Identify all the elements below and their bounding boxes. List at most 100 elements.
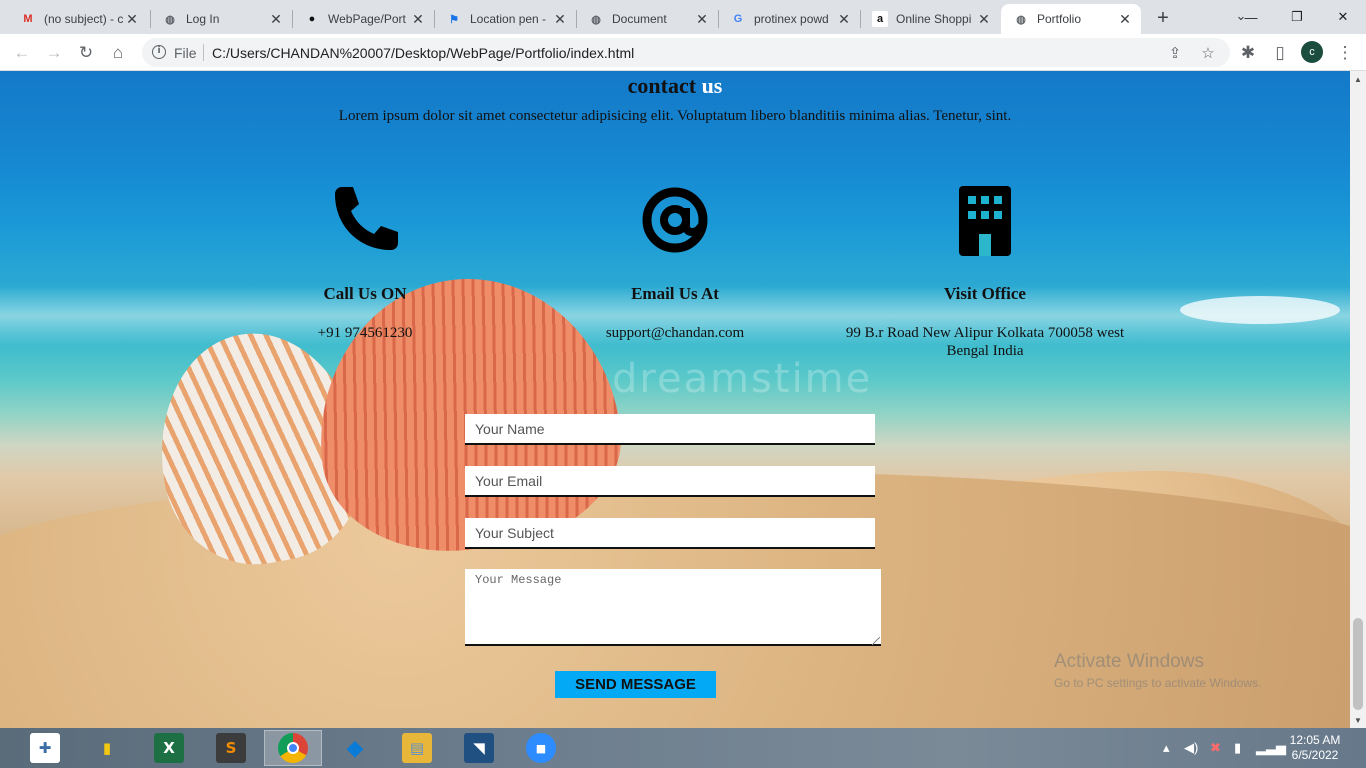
close-tab-icon[interactable]: ✕ bbox=[268, 11, 284, 27]
building-icon bbox=[825, 184, 1145, 256]
taskbar-excel[interactable]: X bbox=[140, 730, 198, 766]
folder-icon: ▤ bbox=[402, 733, 432, 763]
activate-windows-notice: Activate Windows Go to PC settings to ac… bbox=[1054, 651, 1261, 690]
scroll-down-arrow-icon[interactable]: ▼ bbox=[1350, 712, 1366, 728]
close-tab-icon[interactable]: ✕ bbox=[124, 11, 140, 27]
forward-arrow-icon[interactable]: → bbox=[40, 39, 68, 67]
signal-bars-icon[interactable]: ▂▃▅ bbox=[1256, 740, 1286, 756]
activate-windows-title: Activate Windows bbox=[1054, 651, 1204, 672]
zoom-icon: ■ bbox=[526, 733, 556, 763]
google-icon: G bbox=[733, 13, 743, 25]
textarea-resize-handle[interactable] bbox=[872, 637, 880, 645]
chrome-icon bbox=[278, 733, 308, 763]
at-sign-icon bbox=[515, 184, 835, 256]
contact-card-phone: Call Us ON +91 974561230 bbox=[205, 184, 525, 342]
side-panel-icon[interactable]: ▯ bbox=[1266, 39, 1294, 67]
background-seashell-white bbox=[141, 317, 379, 579]
site-info-icon[interactable]: i bbox=[152, 45, 166, 59]
contact-heading-accent: us bbox=[701, 73, 723, 98]
globe-icon: ◍ bbox=[165, 13, 175, 26]
scroll-up-arrow-icon[interactable]: ▲ bbox=[1350, 71, 1366, 87]
vscode-icon: ◆ bbox=[346, 735, 364, 761]
back-arrow-icon[interactable]: ← bbox=[8, 39, 36, 67]
battery-icon[interactable]: ▮ bbox=[1234, 740, 1241, 756]
tab-title: Online Shoppi bbox=[896, 12, 972, 26]
background-sand-dune bbox=[820, 471, 1350, 728]
tray-expand-chevron-icon[interactable]: ▴ bbox=[1163, 740, 1170, 756]
gmail-icon: M bbox=[23, 13, 33, 25]
page-scrollbar[interactable]: ▲ ▼ bbox=[1350, 71, 1366, 728]
address-bar[interactable]: i File C:/Users/CHANDAN%20007/Desktop/We… bbox=[142, 38, 1230, 67]
url-text[interactable]: C:/Users/CHANDAN%20007/Desktop/WebPage/P… bbox=[212, 45, 634, 61]
email-input[interactable] bbox=[465, 466, 875, 497]
page-viewport: dreamstime contact us Lorem ipsum dolor … bbox=[0, 71, 1350, 728]
contact-card-email: Email Us At support@chandan.com bbox=[515, 184, 835, 342]
contact-card-heading: Email Us At bbox=[631, 284, 719, 303]
close-window-button[interactable]: ✕ bbox=[1320, 0, 1366, 34]
tab-location[interactable]: ⚑ Location pen - ✕ bbox=[434, 4, 576, 34]
taskbar-tableau[interactable]: ✚ bbox=[16, 730, 74, 766]
send-message-button[interactable]: SEND MESSAGE bbox=[555, 671, 716, 698]
clock-time: 12:05 AM bbox=[1289, 733, 1341, 747]
close-tab-icon[interactable]: ✕ bbox=[694, 11, 710, 27]
tab-title: Log In bbox=[186, 12, 220, 26]
tableau-icon: ✚ bbox=[30, 733, 60, 763]
contact-heading-main: contact bbox=[627, 73, 697, 98]
scheme-label: File bbox=[174, 45, 197, 61]
omnibox-divider bbox=[203, 44, 204, 61]
reload-icon[interactable]: ↻ bbox=[72, 39, 100, 67]
new-tab-button[interactable]: + bbox=[1151, 6, 1175, 30]
amazon-icon: a bbox=[872, 11, 888, 27]
profile-avatar[interactable]: c bbox=[1301, 41, 1323, 63]
contact-heading: contact us bbox=[0, 73, 1350, 99]
contact-card-office: Visit Office 99 B.r Road New Alipur Kolk… bbox=[825, 184, 1145, 360]
tab-log-in[interactable]: ◍ Log In ✕ bbox=[150, 4, 292, 34]
tab-gmail[interactable]: M (no subject) - c ✕ bbox=[8, 4, 148, 34]
globe-icon: ◍ bbox=[1016, 13, 1026, 26]
phone-icon bbox=[205, 184, 525, 256]
taskbar-mysql-workbench[interactable]: ◥ bbox=[450, 730, 508, 766]
minimize-button[interactable]: — bbox=[1228, 0, 1274, 34]
excel-icon: X bbox=[154, 733, 184, 763]
network-error-icon[interactable]: ✖ bbox=[1210, 740, 1221, 756]
close-tab-icon[interactable]: ✕ bbox=[976, 11, 992, 27]
restore-button[interactable]: ❐ bbox=[1274, 0, 1320, 34]
browser-toolbar: ← → ↻ ⌂ i File C:/Users/CHANDAN%20007/De… bbox=[0, 34, 1366, 71]
message-textarea[interactable] bbox=[465, 569, 881, 646]
close-tab-icon[interactable]: ✕ bbox=[1117, 11, 1133, 27]
contact-card-text: +91 974561230 bbox=[317, 325, 413, 341]
taskbar-power-bi[interactable]: ▮ bbox=[78, 730, 136, 766]
taskbar-sublime-text[interactable]: S bbox=[202, 730, 260, 766]
share-icon[interactable]: ⇪ bbox=[1165, 43, 1185, 63]
mysql-workbench-icon: ◥ bbox=[464, 733, 494, 763]
system-clock[interactable]: 12:05 AM 6/5/2022 bbox=[1284, 733, 1346, 763]
background-foam bbox=[1180, 296, 1340, 324]
power-bi-icon: ▮ bbox=[102, 739, 112, 757]
volume-icon[interactable]: ◀) bbox=[1184, 740, 1198, 756]
home-icon[interactable]: ⌂ bbox=[104, 39, 132, 67]
contact-card-text: support@chandan.com bbox=[605, 325, 745, 341]
taskbar-zoom[interactable]: ■ bbox=[512, 730, 570, 766]
flag-icon: ⚑ bbox=[449, 13, 459, 26]
tab-title: WebPage/Port bbox=[328, 12, 406, 26]
tab-github[interactable]: ● WebPage/Port ✕ bbox=[292, 4, 434, 34]
subject-input[interactable] bbox=[465, 518, 875, 549]
tab-portfolio[interactable]: ◍ Portfolio ✕ bbox=[1001, 4, 1141, 34]
tab-document[interactable]: ◍ Document ✕ bbox=[576, 4, 718, 34]
taskbar-chrome[interactable] bbox=[264, 730, 322, 766]
close-tab-icon[interactable]: ✕ bbox=[836, 11, 852, 27]
close-tab-icon[interactable]: ✕ bbox=[410, 11, 426, 27]
scrollbar-thumb[interactable] bbox=[1353, 618, 1363, 710]
contact-card-text: 99 B.r Road New Alipur Kolkata 700058 we… bbox=[845, 325, 1125, 359]
name-input[interactable] bbox=[465, 414, 875, 445]
globe-icon: ◍ bbox=[591, 13, 601, 26]
tab-google-search[interactable]: G protinex powd ✕ bbox=[718, 4, 860, 34]
menu-kebab-icon[interactable]: ⋮ bbox=[1331, 39, 1359, 67]
tab-amazon[interactable]: a Online Shoppi ✕ bbox=[860, 4, 1000, 34]
bookmark-star-icon[interactable]: ☆ bbox=[1198, 43, 1218, 63]
close-tab-icon[interactable]: ✕ bbox=[552, 11, 568, 27]
extensions-puzzle-icon[interactable]: ✱ bbox=[1234, 39, 1262, 67]
taskbar-vscode[interactable]: ◆ bbox=[326, 730, 384, 766]
tab-title: Document bbox=[612, 12, 667, 26]
taskbar-file-explorer[interactable]: ▤ bbox=[388, 730, 446, 766]
